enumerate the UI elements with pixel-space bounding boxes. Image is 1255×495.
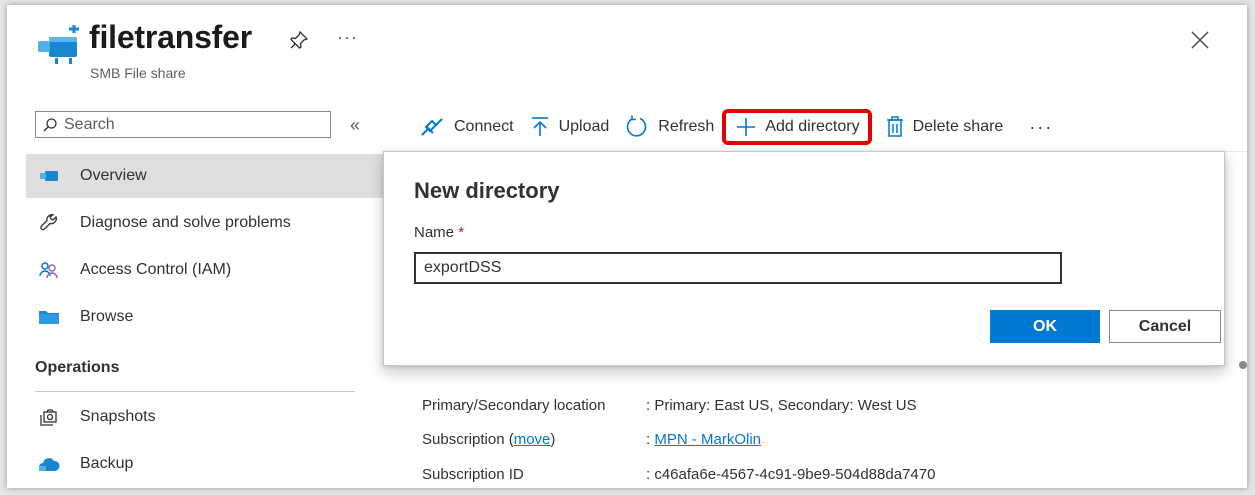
wrench-icon <box>38 212 60 234</box>
cloud-backup-icon <box>38 453 60 475</box>
property-value: : c46afa6e-4567-4c91-9be9-504d88da7470 <box>646 466 936 483</box>
snapshot-icon <box>38 406 60 428</box>
file-share-icon <box>38 165 60 187</box>
sidebar-item-access-control[interactable]: Access Control (IAM) <box>26 248 384 292</box>
folder-icon <box>38 306 60 328</box>
scrollbar-thumb[interactable] <box>1239 361 1247 369</box>
trash-icon <box>886 116 904 138</box>
add-directory-label: Add directory <box>765 118 860 135</box>
move-link[interactable]: move <box>514 431 551 448</box>
sidebar-section-operations: Operations <box>35 359 120 376</box>
file-share-icon <box>35 25 83 69</box>
plus-icon <box>736 117 756 137</box>
delete-share-button[interactable]: Delete share <box>886 109 1004 145</box>
search-input[interactable] <box>64 114 314 135</box>
page-subtitle: SMB File share <box>90 65 186 81</box>
search-box[interactable] <box>35 111 331 138</box>
property-subscription: Subscription (move) : MPN - MarkOlin <box>422 431 761 448</box>
sidebar-item-label: Snapshots <box>80 408 156 425</box>
refresh-label: Refresh <box>658 118 715 135</box>
connect-button[interactable]: Connect <box>419 109 514 145</box>
sidebar-item-label: Access Control (IAM) <box>80 261 232 278</box>
app-window: filetransfer SMB File share ··· « Overvi… <box>7 5 1247 488</box>
dialog-title: New directory <box>414 178 560 203</box>
more-options-icon[interactable]: ··· <box>337 27 358 48</box>
property-value: : Primary: East US, Secondary: West US <box>646 397 917 414</box>
name-field-label: Name * <box>414 224 465 241</box>
sidebar-item-overview[interactable]: Overview <box>26 154 384 198</box>
page-title: filetransfer <box>89 19 252 55</box>
pin-icon[interactable] <box>290 30 309 49</box>
toolbar-more-icon[interactable]: ··· <box>1029 117 1053 138</box>
sidebar-divider <box>35 391 355 392</box>
property-value: : MPN - MarkOlin <box>646 431 762 448</box>
upload-label: Upload <box>558 118 610 135</box>
subscription-link[interactable]: MPN - MarkOlin <box>654 431 761 448</box>
property-key: Primary/Secondary location <box>422 397 606 414</box>
property-key: Subscription (move) <box>422 431 556 448</box>
connect-plug-icon <box>419 116 445 138</box>
sidebar-item-label: Browse <box>80 308 134 325</box>
sidebar-item-backup[interactable]: Backup <box>26 442 384 486</box>
command-toolbar: Connect Upload Refresh Add directory Del… <box>419 107 1053 147</box>
sidebar-item-diagnose[interactable]: Diagnose and solve problems <box>26 201 384 245</box>
new-directory-dialog: New directory Name * OK Cancel <box>383 151 1225 366</box>
property-key: Subscription ID <box>422 466 524 483</box>
cancel-button[interactable]: Cancel <box>1109 310 1221 343</box>
delete-share-label: Delete share <box>912 118 1004 135</box>
sidebar-item-browse[interactable]: Browse <box>26 295 384 339</box>
refresh-button[interactable]: Refresh <box>625 109 714 145</box>
upload-button[interactable]: Upload <box>530 109 610 145</box>
connect-label: Connect <box>454 118 514 135</box>
property-subscription-id: Subscription ID : c46afa6e-4567-4c91-9be… <box>422 466 935 483</box>
refresh-icon <box>625 115 649 139</box>
sidebar-item-label: Diagnose and solve problems <box>80 214 291 231</box>
directory-name-input[interactable] <box>414 252 1062 284</box>
sidebar-item-label: Overview <box>80 167 147 184</box>
required-mark: * <box>458 224 465 241</box>
add-directory-button[interactable]: Add directory <box>722 109 872 145</box>
people-icon <box>38 259 60 281</box>
sidebar-item-snapshots[interactable]: Snapshots <box>26 395 384 439</box>
upload-icon <box>530 116 550 138</box>
ok-button[interactable]: OK <box>990 310 1100 343</box>
sidebar-item-label: Backup <box>80 455 134 472</box>
property-primary-secondary: Primary/Secondary location : Primary: Ea… <box>422 397 917 414</box>
close-icon[interactable] <box>1191 31 1209 49</box>
collapse-sidebar-icon[interactable]: « <box>350 115 360 136</box>
search-icon <box>43 118 57 132</box>
